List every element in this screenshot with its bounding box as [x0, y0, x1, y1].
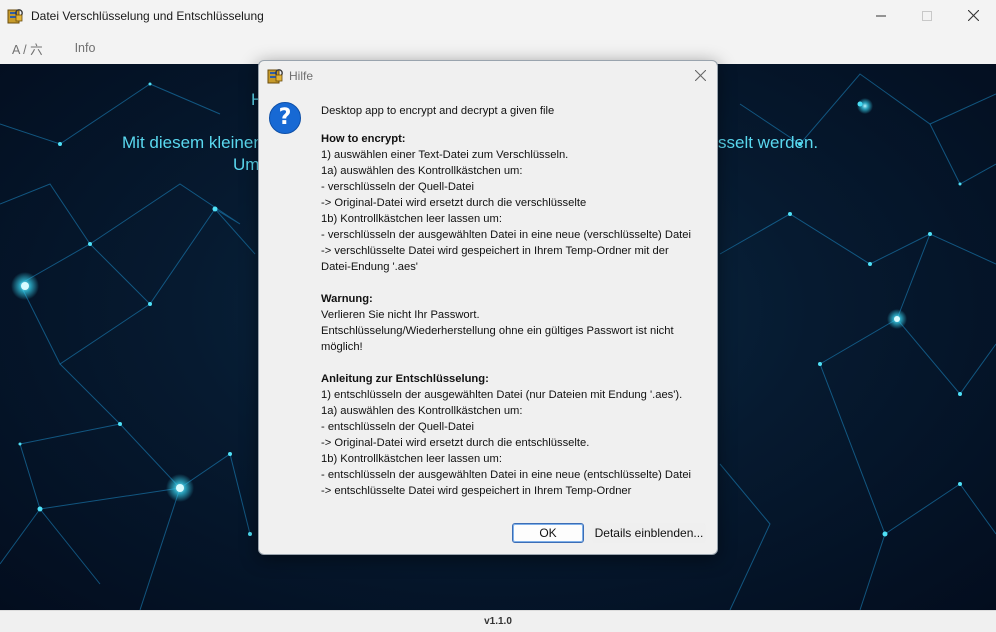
dialog-text-line: -> verschlüsselte Datei wird gespeichert… [321, 245, 669, 257]
dialog-text-line: 1) entschlüsseln der ausgewählten Datei … [321, 389, 683, 401]
maximize-button[interactable] [904, 0, 950, 32]
dialog-text-line: möglich! [321, 341, 363, 353]
dialog-text-line [321, 355, 713, 371]
dialog-section-heading: Anleitung zur Entschlüsselung: [321, 373, 489, 385]
dialog-text-line: - verschlüsseln der Quell-Datei [321, 181, 474, 193]
app-icon [7, 8, 23, 24]
menu-item-language[interactable]: A / 六 [0, 39, 55, 58]
close-button[interactable] [950, 0, 996, 32]
show-details-button[interactable]: Details einblenden... [592, 523, 706, 543]
dialog-text-line: -> Original-Datei wird ersetzt durch die… [321, 437, 590, 449]
window-controls [858, 0, 996, 32]
dialog-text-line: 1b) Kontrollkästchen leer lassen um: [321, 453, 502, 465]
dialog-text-line: 1) auswählen einer Text-Datei zum Versch… [321, 149, 569, 161]
minimize-icon [876, 8, 886, 24]
dialog-text-line: 1b) Kontrollkästchen leer lassen um: [321, 213, 502, 225]
background-text-left: Mit diesem kleinen [122, 133, 263, 152]
window-title: Datei Verschlüsselung und Entschlüsselun… [31, 9, 264, 23]
window-titlebar: Datei Verschlüsselung und Entschlüsselun… [0, 0, 996, 32]
dialog-text-line: - entschlüsseln der Quell-Datei [321, 421, 474, 433]
dialog-text-line: 1a) auswählen des Kontrollkästchen um: [321, 405, 523, 417]
status-bar: v1.1.0 [0, 610, 996, 632]
dialog-text-line: - verschlüsseln der ausgewählten Datei i… [321, 229, 692, 241]
dialog-text-line: - entschlüsseln der ausgewählten Datei i… [321, 469, 692, 481]
maximize-icon [922, 8, 932, 24]
dialog-close-button[interactable] [691, 67, 709, 85]
close-icon [694, 68, 706, 84]
dialog-message-lines: How to encrypt: 1) auswählen einer Text-D… [321, 131, 713, 499]
dialog-text-line: Verlieren Sie nicht Ihr Passwort. [321, 309, 480, 321]
dialog-body: ? Desktop app to encrypt and decrypt a g… [259, 91, 717, 506]
background-text-right: sselt werden. [718, 133, 819, 152]
dialog-text-line: -> Original-Datei wird ersetzt durch die… [321, 197, 587, 209]
question-icon: ? [269, 102, 301, 134]
close-icon [967, 8, 979, 24]
ok-button[interactable]: OK [512, 523, 584, 543]
dialog-text-line: Entschlüsselung/Wiederherstellung ohne e… [321, 325, 674, 337]
dialog-buttons: OK Details einblenden... [259, 521, 717, 547]
dialog-titlebar: Hilfe [259, 61, 717, 91]
menu-item-info[interactable]: Info [63, 41, 108, 55]
version-label: v1.1.0 [484, 616, 512, 627]
dialog-text-line: Datei-Endung '.aes' [321, 261, 418, 273]
dialog-text-line: -> entschlüsselte Datei wird gespeichert… [321, 485, 632, 497]
dialog-text-line [321, 275, 713, 291]
app-icon [267, 68, 283, 84]
help-dialog: Hilfe ? Desktop app to encrypt and decry… [258, 60, 718, 555]
dialog-section-heading: How to encrypt: [321, 133, 406, 145]
dialog-title: Hilfe [289, 69, 314, 83]
dialog-text-line: 1a) auswählen des Kontrollkästchen um: [321, 165, 523, 177]
dialog-message: Desktop app to encrypt and decrypt a giv… [321, 103, 713, 499]
minimize-button[interactable] [858, 0, 904, 32]
dialog-intro: Desktop app to encrypt and decrypt a giv… [321, 105, 555, 117]
background-text-line3: Um [233, 155, 260, 174]
dialog-section-heading: Warnung: [321, 293, 373, 305]
